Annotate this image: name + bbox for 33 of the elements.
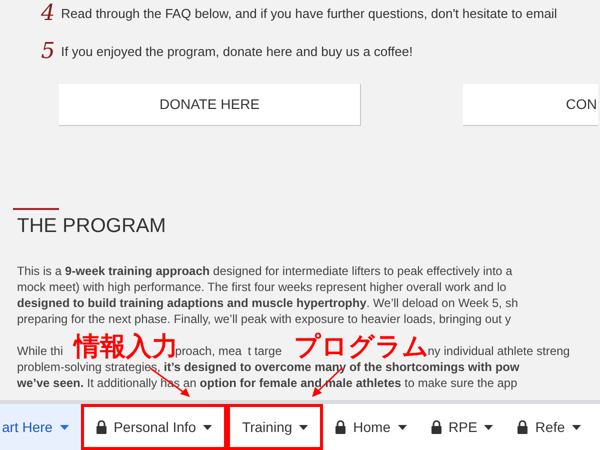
paragraph-line: problem-solving strategies, it’s designed to overcome many of the shortcomings with pow (17, 360, 520, 375)
lock-icon (430, 420, 442, 434)
step-text: Read through the FAQ below, and if you have further questions, don't hesitate to email (61, 5, 558, 24)
nav-tab[interactable]: art Here (0, 404, 81, 450)
caret-icon (484, 424, 494, 430)
step-number: 4 (41, 2, 55, 26)
caret-icon (203, 424, 212, 430)
paragraph-line: designed to build training adaptions and muscle hypertrophy. We’ll deload on Week 5, sh (17, 295, 520, 311)
nav-tab[interactable]: RPE (418, 404, 506, 450)
nav-tab[interactable]: Home (323, 404, 418, 450)
paragraph-fragment: proach, mea (175, 343, 242, 359)
nav-tab[interactable]: Training (227, 404, 324, 450)
paragraph-fragment: While thi (17, 343, 64, 359)
caret-icon (60, 424, 69, 430)
caret-icon (299, 424, 308, 430)
caret-icon (572, 424, 581, 430)
link-button[interactable]: CON (463, 84, 598, 126)
step-text: If you enjoyed the program, donate here and buy us a coffee! (61, 43, 413, 62)
caret-icon (398, 424, 406, 430)
paragraph-fragment: ny individual athlete streng (428, 343, 570, 359)
nav-tab[interactable]: Refe (505, 404, 593, 450)
step-number: 5 (41, 40, 55, 64)
paragraph-fragment: t targe (248, 343, 282, 359)
paragraph-line: This is a 9-week training approach designed for intermediate lifters to peak effectively into a (17, 263, 514, 279)
lock-icon (517, 420, 528, 434)
annotation-label: プログラム (294, 331, 429, 362)
paragraph-line: mock meet) with high performance. The first four weeks represent higher overall work and lo (17, 279, 508, 295)
link-button[interactable]: DONATE HERE (59, 84, 361, 126)
section-title: THE PROGRAM (16, 214, 167, 239)
nav-tab[interactable]: Personal Info (80, 404, 228, 450)
lock-icon (335, 420, 346, 434)
paragraph-line: preparing for the next phase. Finally, we’ll peak with exposure to heavier loads, bringing out y (17, 311, 512, 327)
lock-icon (96, 420, 107, 434)
